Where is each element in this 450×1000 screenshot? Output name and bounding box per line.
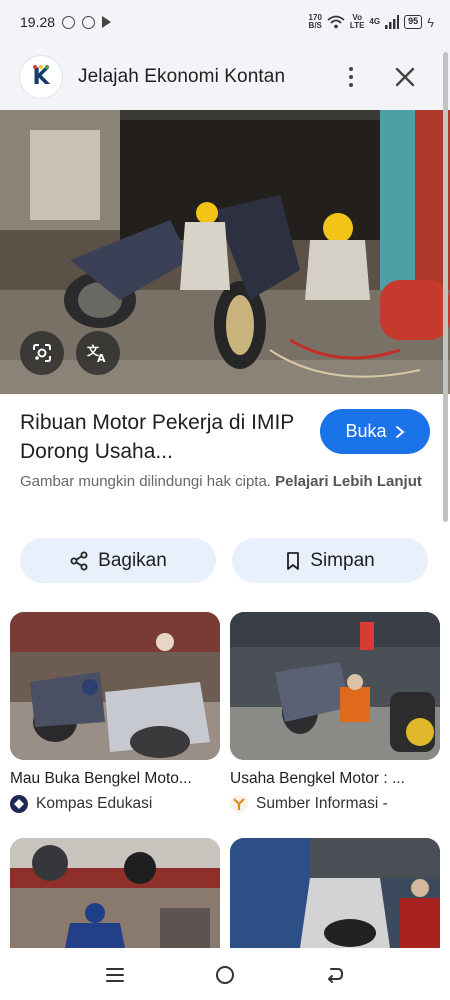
- net-speed: 170 B/S: [308, 13, 322, 30]
- play-icon: [102, 16, 112, 28]
- sumber-informasi-logo-icon: [230, 795, 248, 813]
- status-bar: 19.28 170 B/S Vo LTE 4G 95 ϟ: [0, 0, 450, 44]
- related-title[interactable]: Usaha Bengkel Motor : ...: [230, 770, 440, 788]
- translate-button[interactable]: 文 A: [76, 331, 120, 375]
- signal-icon: [385, 15, 400, 29]
- share-label: Bagikan: [98, 549, 167, 571]
- logo-dots: [33, 65, 49, 69]
- menu-icon: [106, 968, 124, 982]
- pinterest-icon: [82, 15, 96, 29]
- related-source-name: Kompas Edukasi: [36, 795, 153, 812]
- related-image[interactable]: [10, 612, 220, 760]
- scrollbar-thumb[interactable]: [443, 52, 448, 522]
- notification-icon: [62, 15, 76, 29]
- related-source-name: Sumber Informasi -: [256, 795, 388, 812]
- copyright-notice: Gambar mungkin dilindungi hak cipta. Pel…: [20, 471, 430, 493]
- related-image[interactable]: [230, 838, 440, 948]
- share-button[interactable]: Bagikan: [20, 538, 216, 583]
- battery-indicator: 95: [404, 15, 423, 29]
- related-source: Kompas Edukasi: [10, 795, 220, 813]
- related-card[interactable]: Mau Buka Bengkel Moto... Kompas Edukasi: [10, 612, 220, 813]
- more-options-icon[interactable]: [344, 64, 358, 90]
- back-icon: [328, 968, 344, 983]
- share-icon: [70, 551, 88, 570]
- svg-text:A: A: [97, 352, 106, 364]
- related-image[interactable]: [230, 612, 440, 760]
- related-source: Sumber Informasi -: [230, 795, 440, 813]
- article-title[interactable]: Ribuan Motor Pekerja di IMIP Dorong Usah…: [20, 408, 295, 466]
- hero-photo: [0, 110, 450, 394]
- google-lens-button[interactable]: [20, 331, 64, 375]
- system-nav-bar: [0, 950, 450, 1000]
- network-type: 4G: [369, 17, 381, 26]
- page-title: Jelajah Ekonomi Kontan: [78, 66, 286, 87]
- recent-apps-button[interactable]: [95, 955, 135, 995]
- bookmark-icon: [287, 551, 300, 570]
- open-button[interactable]: Buka: [320, 409, 430, 454]
- status-time: 19.28: [20, 14, 56, 30]
- hero-image[interactable]: 文 A: [0, 110, 450, 394]
- translate-icon: 文 A: [87, 343, 106, 364]
- open-button-label: Buka: [345, 421, 387, 441]
- close-icon[interactable]: [390, 62, 420, 92]
- related-image[interactable]: [10, 838, 220, 948]
- site-logo: K: [20, 56, 62, 98]
- viewer-header: K Jelajah Ekonomi Kontan: [0, 44, 450, 110]
- home-button[interactable]: [205, 955, 245, 995]
- learn-more-link[interactable]: Pelajari Lebih Lanjut: [275, 473, 422, 490]
- volte-indicator: Vo LTE: [349, 13, 365, 30]
- related-title[interactable]: Mau Buka Bengkel Moto...: [10, 770, 220, 788]
- chevron-right-icon: [395, 425, 405, 438]
- save-button[interactable]: Simpan: [232, 538, 428, 583]
- kompas-logo-icon: [10, 795, 28, 813]
- back-button[interactable]: [315, 955, 355, 995]
- lens-icon: [33, 344, 51, 362]
- charging-icon: ϟ: [427, 14, 434, 30]
- home-circle-icon: [216, 966, 234, 984]
- related-card[interactable]: Usaha Bengkel Motor : ... Sumber Informa…: [230, 612, 440, 813]
- copyright-text: Gambar mungkin dilindungi hak cipta.: [20, 473, 271, 490]
- save-label: Simpan: [310, 549, 375, 571]
- wifi-icon: [327, 15, 345, 29]
